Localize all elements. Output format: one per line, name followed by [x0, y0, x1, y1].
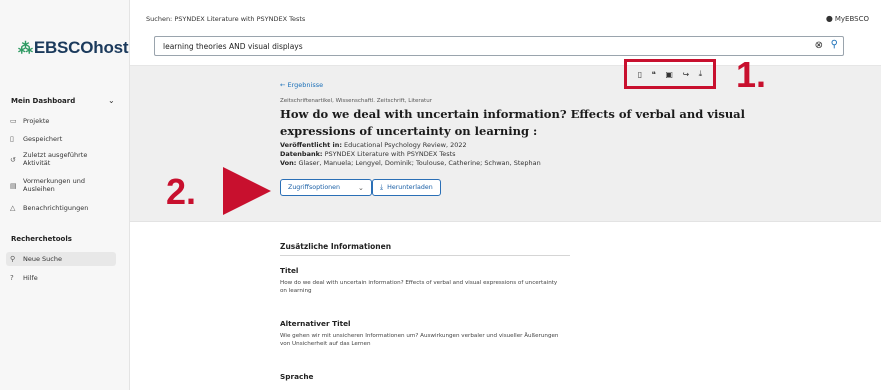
- sidebar-item-label: Projekte: [23, 117, 50, 125]
- search-scope[interactable]: Suchen: PSYNDEX Literature with PSYNDEX …: [146, 15, 305, 23]
- annotation-marker-2: 2.: [166, 171, 197, 212]
- language-label: Sprache: [280, 372, 314, 381]
- database-value: PSYNDEX Literature with PSYNDEX Tests: [324, 150, 456, 158]
- authors-label: Von:: [280, 159, 297, 167]
- sidebar-item-neue-suche[interactable]: ⚲ Neue Suche: [6, 252, 116, 266]
- book-icon: ▤: [10, 181, 17, 190]
- annotation-marker-1: 1.: [736, 54, 767, 95]
- cite-icon[interactable]: ❝: [652, 70, 656, 79]
- chevron-down-icon[interactable]: ⌄: [108, 96, 115, 105]
- sidebar: ⁂EBSCOhost Mein Dashboard ⌄ ▭ Projekte ▯…: [0, 0, 130, 390]
- database: Datenbank: PSYNDEX Literature with PSYND…: [280, 150, 456, 158]
- sidebar-item-gespeichert[interactable]: ▯ Gespeichert: [6, 132, 116, 146]
- share-icon[interactable]: ↪: [682, 70, 689, 79]
- sidebar-item-benachrichtigungen[interactable]: △ Benachrichtigungen: [6, 201, 116, 215]
- myebsco-label: MyEBSCO: [834, 15, 869, 23]
- myebsco-link[interactable]: ● MyEBSCO: [826, 14, 869, 23]
- logo-text: EBSCOhost: [33, 38, 129, 57]
- additional-info-heading: Zusätzliche Informationen: [280, 242, 392, 251]
- title-label: Titel: [280, 266, 299, 275]
- record-header: ← Ergebnisse ▯ ❝ ▣ ↪ ⤓ 1. Zeitschriftena…: [130, 54, 881, 222]
- record-title: How do we deal with uncertain informatio…: [280, 107, 745, 138]
- sidebar-item-projekte[interactable]: ▭ Projekte: [6, 114, 116, 128]
- access-options-label: Zugriffsoptionen: [288, 184, 341, 191]
- alt-title-text: Wie gehen wir mit unsicheren Information…: [280, 333, 559, 347]
- sidebar-item-aktivitaet[interactable]: ↺ Zuletzt ausgeführte Aktivität: [6, 149, 116, 170]
- publication-type: Zeitschriftenartikel, Wissenschaftl. Zei…: [280, 98, 432, 104]
- bookmark-icon: ▯: [10, 135, 14, 143]
- alt-title-label: Alternativer Titel: [280, 319, 351, 328]
- sidebar-item-label: Neue Suche: [23, 255, 62, 263]
- download-button[interactable]: ⤓ Herunterladen: [372, 179, 441, 196]
- divider: [280, 255, 570, 256]
- search-icon[interactable]: ⚲: [831, 39, 838, 50]
- title-text: How do we deal with uncertain informatio…: [280, 280, 558, 294]
- folder-icon: ▭: [10, 117, 17, 125]
- user-icon: ●: [825, 14, 833, 23]
- tools-title: Recherchetools: [11, 235, 72, 243]
- sidebar-item-label: Zuletzt ausgeführte Aktivität: [23, 151, 88, 167]
- sidebar-item-vormerkungen[interactable]: ▤ Vormerkungen und Ausleihen: [6, 175, 116, 196]
- authors-value: Glaser, Manuela; Lengyel, Dominik; Toulo…: [298, 159, 541, 167]
- published-in: Veröffentlicht in: Educational Psycholog…: [280, 141, 467, 149]
- folder-add-icon[interactable]: ▣: [665, 70, 673, 79]
- ebsco-logo-icon: ⁂: [18, 40, 33, 57]
- ebscohost-logo[interactable]: ⁂EBSCOhost: [18, 38, 129, 58]
- authors: Von: Glaser, Manuela; Lengyel, Dominik; …: [280, 159, 541, 167]
- download-icon: ⤓: [380, 183, 384, 191]
- search-input[interactable]: [163, 41, 763, 52]
- sidebar-item-label: Vormerkungen und Ausleihen: [23, 177, 85, 193]
- sidebar-item-label: Benachrichtigungen: [23, 204, 89, 212]
- search-box: ⊗ ⚲: [154, 36, 844, 56]
- dashboard-title[interactable]: Mein Dashboard: [11, 97, 75, 105]
- record-toolbar: ▯ ❝ ▣ ↪ ⤓: [624, 59, 716, 89]
- bell-icon: △: [10, 204, 16, 212]
- chevron-down-icon: ⌄: [358, 183, 364, 192]
- arrow-left-icon: ←: [280, 81, 288, 89]
- bookmark-icon[interactable]: ▯: [638, 70, 642, 79]
- download-icon[interactable]: ⤓: [699, 69, 703, 79]
- database-label: Datenbank:: [280, 150, 323, 158]
- history-icon: ↺: [10, 155, 16, 164]
- published-label: Veröffentlicht in:: [280, 141, 342, 149]
- access-options-button[interactable]: Zugriffsoptionen ⌄: [280, 179, 372, 196]
- search-icon: ⚲: [10, 255, 16, 263]
- sidebar-item-hilfe[interactable]: ? Hilfe: [6, 271, 116, 285]
- annotation-arrow: [223, 167, 271, 215]
- clear-icon[interactable]: ⊗: [815, 40, 823, 51]
- help-icon: ?: [10, 274, 14, 282]
- back-to-results-link[interactable]: ← Ergebnisse: [280, 81, 323, 89]
- sidebar-item-label: Hilfe: [23, 274, 38, 282]
- back-label: Ergebnisse: [287, 81, 324, 89]
- published-value: Educational Psychology Review, 2022: [344, 141, 467, 149]
- download-label: Herunterladen: [387, 184, 433, 191]
- sidebar-item-label: Gespeichert: [23, 135, 63, 143]
- top-bar: Suchen: PSYNDEX Literature with PSYNDEX …: [130, 0, 881, 66]
